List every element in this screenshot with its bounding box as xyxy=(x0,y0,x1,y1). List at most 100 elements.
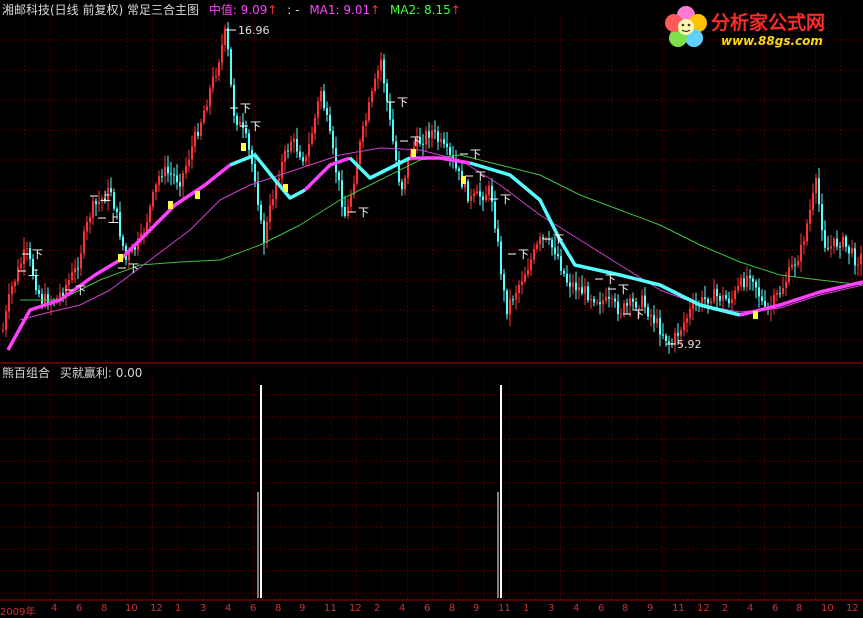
candle-body xyxy=(662,334,664,336)
x-axis-tick-label: 1 xyxy=(523,603,530,614)
candle-body xyxy=(431,130,433,138)
x-axis-tick-label: 8 xyxy=(101,603,108,614)
signal-marker-label: 下 xyxy=(518,248,529,261)
candle-body xyxy=(257,181,259,205)
signal-marker-label: 下 xyxy=(410,135,421,148)
candle-body xyxy=(845,236,847,247)
x-axis-tick-label: 11 xyxy=(498,603,511,614)
candle-body xyxy=(749,275,751,279)
candle-body xyxy=(437,131,439,142)
ma2-label: MA2: 8.15 xyxy=(389,3,451,17)
candle-body xyxy=(209,88,211,107)
candle-body xyxy=(263,220,265,244)
signal-marker-label: 下 xyxy=(618,283,629,296)
candle-body xyxy=(725,295,727,299)
candle-body xyxy=(293,138,295,142)
x-axis-tick-label: 3 xyxy=(200,603,207,614)
candle-body xyxy=(617,301,619,315)
candle-body xyxy=(77,268,79,270)
site-logo[interactable]: 分析家公式网 www.88gs.com xyxy=(659,2,859,54)
candle-body xyxy=(218,62,220,76)
candle-body xyxy=(623,303,625,314)
candle-body xyxy=(383,59,385,84)
candle-body xyxy=(527,270,529,275)
candle-body xyxy=(317,101,319,118)
candle-body xyxy=(23,249,25,265)
ma1-up-arrow-icon: ↑ xyxy=(370,3,381,17)
candle-body xyxy=(197,131,199,136)
chart-window: 下上上上下下下下下下下下下下下下下下下 16.96 5.92 湘邮科技(日线 前复权… xyxy=(0,0,863,618)
candle-body xyxy=(233,84,235,116)
signal-marker-label: 下 xyxy=(605,273,616,286)
candle-body xyxy=(269,205,271,222)
candle-body xyxy=(860,253,862,265)
candle-body xyxy=(350,195,352,207)
candle-body xyxy=(569,282,571,287)
signal-dot xyxy=(118,254,123,262)
candle-body xyxy=(185,165,187,174)
signal-marker-label: 下 xyxy=(553,233,564,246)
logo-title: 分析家公式网 xyxy=(711,12,826,34)
candle-body xyxy=(347,206,349,216)
signal-marker-label: 下 xyxy=(397,96,408,109)
candle-body xyxy=(788,267,790,282)
candle-body xyxy=(599,302,601,305)
candle-body xyxy=(707,299,709,304)
candle-body xyxy=(503,274,505,291)
candle-body xyxy=(95,201,97,205)
candle-body xyxy=(149,206,151,223)
candle-body xyxy=(449,147,451,155)
candle-body xyxy=(14,281,16,287)
candle-body xyxy=(800,244,802,262)
candle-body xyxy=(689,308,691,318)
candle-body xyxy=(593,299,595,303)
x-axis-tick-label: 6 xyxy=(772,603,779,614)
candle-body xyxy=(458,168,460,171)
candle-body xyxy=(629,298,631,306)
candle-body xyxy=(668,341,670,344)
candle-body xyxy=(245,127,247,134)
x-axis-tick-label: 11 xyxy=(672,603,685,614)
x-axis-tick-label: 10 xyxy=(821,603,834,614)
candle-body xyxy=(716,288,718,297)
extra-value: : - xyxy=(287,3,300,17)
candle-body xyxy=(521,281,523,285)
candle-body xyxy=(368,102,370,121)
x-axis-tick-label: 12 xyxy=(150,603,163,614)
candle-body xyxy=(287,150,289,152)
x-axis-tick-label: 2009年 xyxy=(0,607,36,618)
candle-body xyxy=(794,264,796,266)
candle-body xyxy=(20,264,22,268)
indicator-value: 买就赢利: 0.00 xyxy=(59,366,143,380)
candle-body xyxy=(782,288,784,294)
candle-body xyxy=(215,75,217,77)
chart-canvas[interactable]: 下上上上下下下下 下下下下下下下下下下下16.965.92 xyxy=(0,0,863,615)
candle-body xyxy=(332,131,334,149)
candle-body xyxy=(740,278,742,287)
candle-body xyxy=(236,115,238,125)
candle-body xyxy=(854,248,856,266)
x-axis-tick-label: 4 xyxy=(747,603,754,614)
candle-body xyxy=(587,286,589,301)
candle-body xyxy=(719,296,721,301)
x-axis-tick-label: 10 xyxy=(125,603,138,614)
candle-body xyxy=(377,70,379,79)
candle-body xyxy=(41,293,43,304)
candle-body xyxy=(86,222,88,232)
candle-body xyxy=(26,248,28,250)
candle-body xyxy=(479,191,481,197)
candle-body xyxy=(296,138,298,152)
candle-body xyxy=(761,296,763,301)
candle-body xyxy=(248,133,250,150)
candle-body xyxy=(74,268,76,273)
candle-body xyxy=(500,241,502,275)
candle-body xyxy=(836,238,838,247)
candle-body xyxy=(155,184,157,193)
candle-body xyxy=(848,246,850,254)
candle-body xyxy=(821,204,823,231)
x-axis-tick-label: 6 xyxy=(76,603,83,614)
candle-body xyxy=(326,108,328,116)
candle-body xyxy=(38,290,40,294)
signal-dot xyxy=(753,311,758,319)
candle-body xyxy=(602,300,604,305)
